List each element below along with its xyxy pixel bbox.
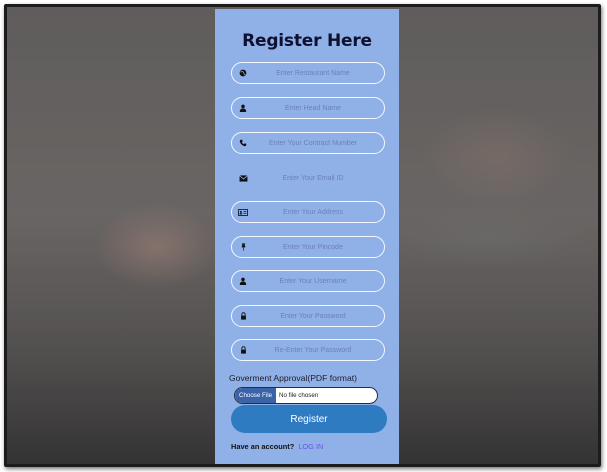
phone-icon xyxy=(234,139,252,147)
page-title: Register Here xyxy=(242,31,372,51)
contact-number-field[interactable]: Enter Your Contract Number xyxy=(231,132,385,154)
pin-icon xyxy=(234,243,252,251)
address-field[interactable]: Enter Your Address xyxy=(231,201,385,223)
app-window: Register Here Enter Restaurant Name Ente… xyxy=(4,4,601,467)
pdf-file-input[interactable]: Choose File No file chosen xyxy=(235,388,377,403)
login-prompt: Have an account? LOG IN xyxy=(231,442,323,451)
email-placeholder: Enter Your Email ID xyxy=(282,174,344,182)
globe-icon xyxy=(234,69,252,77)
file-status-text: No file chosen xyxy=(279,392,319,399)
address-card-icon xyxy=(234,208,252,216)
have-account-text: Have an account? xyxy=(231,442,295,451)
pincode-placeholder: Enter Your Pincode xyxy=(283,243,343,251)
username-placeholder: Enter Your Username xyxy=(279,277,347,285)
password-placeholder: Enter Your Password xyxy=(280,312,346,320)
confirm-password-field[interactable]: Re-Enter Your Password xyxy=(231,339,385,361)
user-icon xyxy=(234,277,252,285)
login-link[interactable]: LOG IN xyxy=(298,442,323,451)
government-approval-label: Goverment Approval(PDF format) xyxy=(229,373,357,383)
lock-icon xyxy=(234,346,252,354)
password-field[interactable]: Enter Your Password xyxy=(231,305,385,327)
email-field[interactable]: Enter Your Email ID xyxy=(231,167,385,189)
choose-file-button[interactable]: Choose File xyxy=(235,388,277,403)
username-field[interactable]: Enter Your Username xyxy=(231,270,385,292)
address-placeholder: Enter Your Address xyxy=(283,208,343,216)
lock-icon xyxy=(234,312,252,320)
confirm-password-placeholder: Re-Enter Your Password xyxy=(274,346,352,354)
register-panel: Register Here Enter Restaurant Name Ente… xyxy=(215,9,399,464)
restaurant-name-field[interactable]: Enter Restaurant Name xyxy=(231,62,385,84)
head-name-field[interactable]: Enter Head Name xyxy=(231,97,385,119)
user-icon xyxy=(234,104,252,112)
restaurant-name-placeholder: Enter Restaurant Name xyxy=(276,69,350,77)
envelope-icon xyxy=(234,174,252,182)
pincode-field[interactable]: Enter Your Pincode xyxy=(231,236,385,258)
head-name-placeholder: Enter Head Name xyxy=(284,104,342,112)
register-button[interactable]: Register xyxy=(231,405,387,433)
contact-number-placeholder: Enter Your Contract Number xyxy=(269,139,357,147)
